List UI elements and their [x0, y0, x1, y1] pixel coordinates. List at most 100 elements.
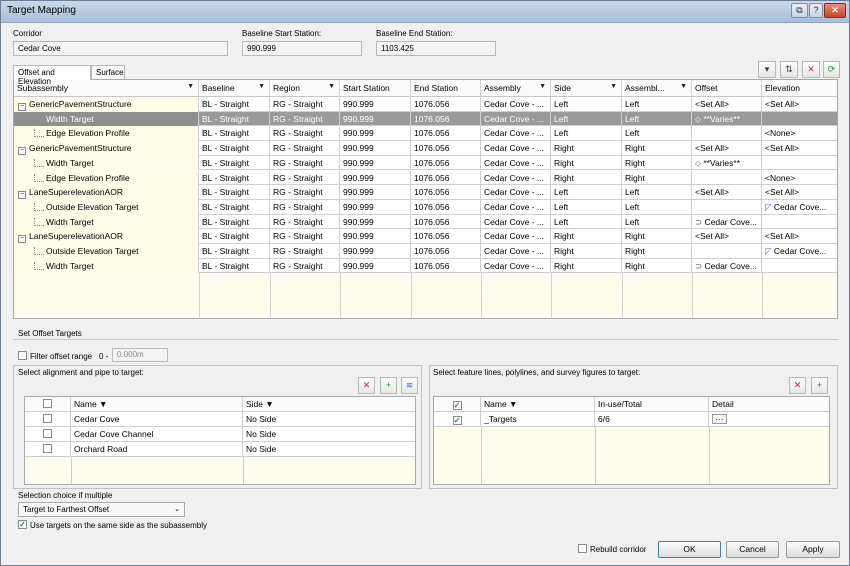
offset-cell[interactable]: <Set All> — [692, 141, 762, 156]
subassembly-cell[interactable]: − GenericPavementStructure — [14, 141, 199, 156]
collapse-icon[interactable]: − — [18, 103, 26, 111]
header-name[interactable]: Name ▼ — [481, 397, 595, 412]
restore-button[interactable]: ⧉ — [791, 3, 808, 18]
grid-row[interactable]: − LaneSuperelevationAOR BL - Straight RG - … — [14, 229, 837, 244]
offset-cell[interactable]: ⊃ Cedar Cove... — [692, 214, 762, 230]
layer-icon[interactable]: ≋ — [401, 377, 418, 394]
header-baseline[interactable]: Baseline ▼ — [199, 80, 270, 97]
subassembly-cell[interactable]: Width Target — [14, 214, 199, 230]
elev-cell[interactable] — [762, 258, 837, 274]
clear-filter-icon[interactable]: ✕ — [358, 377, 375, 394]
subassembly-cell[interactable]: Width Target — [14, 155, 199, 171]
alignment-side[interactable]: No Side — [243, 412, 415, 427]
filter-dropdown-icon[interactable]: ▾ — [758, 61, 776, 78]
elev-cell[interactable]: <Set All> — [762, 229, 837, 244]
offset-cell[interactable]: ⬦ **Varies** — [692, 111, 762, 127]
add-target-icon[interactable]: + — [380, 377, 397, 394]
header-check[interactable] — [434, 397, 481, 412]
grid-row[interactable]: Outside Elevation Target BL - Straight RG … — [14, 199, 837, 215]
header-detail[interactable]: Detail — [709, 397, 829, 412]
cancel-button[interactable]: Cancel — [726, 541, 779, 558]
grid-row[interactable]: Width Target BL - Straight RG - Straight 99… — [14, 258, 837, 274]
range-to-field[interactable]: 0.000m — [112, 348, 168, 362]
row-checkbox-cell[interactable] — [25, 412, 71, 427]
subassembly-cell[interactable]: Outside Elevation Target — [14, 199, 199, 215]
offset-cell[interactable]: ⊃ Cedar Cove... — [692, 258, 762, 274]
row-checkbox[interactable] — [43, 414, 52, 423]
offset-cell[interactable] — [692, 126, 762, 142]
subassembly-cell[interactable]: Width Target — [14, 258, 199, 274]
offset-cell[interactable] — [692, 199, 762, 215]
elev-cell[interactable]: <Set All> — [762, 185, 837, 200]
offset-cell[interactable]: <Set All> — [692, 229, 762, 244]
selection-combo[interactable]: Target to Farthest Offset ⌄ — [18, 502, 185, 517]
header-side[interactable]: Side ▼ — [551, 80, 622, 97]
header-side[interactable]: Side ▼ — [243, 397, 415, 412]
subassembly-cell[interactable]: Width Target — [14, 111, 199, 127]
grid-row[interactable]: Width Target BL - Straight RG - Straight 99… — [14, 111, 837, 127]
header-start-station[interactable]: Start Station — [340, 80, 411, 97]
header-offset[interactable]: Offset — [692, 80, 762, 97]
offset-cell[interactable] — [692, 244, 762, 259]
collapse-icon[interactable]: − — [18, 191, 26, 200]
subassembly-cell[interactable]: − LaneSuperelevationAOR — [14, 229, 199, 244]
ok-button[interactable]: OK — [658, 541, 721, 558]
detail-button[interactable]: ··· — [712, 414, 727, 424]
elev-cell[interactable] — [762, 214, 837, 230]
elev-cell[interactable]: <Set All> — [762, 97, 837, 112]
offset-cell[interactable]: <Set All> — [692, 185, 762, 200]
help-button[interactable]: ? — [809, 3, 823, 18]
grid-row[interactable]: − LaneSuperelevationAOR BL - Straight RG - … — [14, 185, 837, 200]
elev-cell[interactable] — [762, 155, 837, 171]
offset-cell[interactable]: ⬦ **Varies** — [692, 155, 762, 171]
same-side-checkbox[interactable] — [18, 520, 27, 529]
row-checkbox[interactable] — [43, 444, 52, 453]
filter-offset-checkbox[interactable] — [18, 351, 27, 360]
elev-cell[interactable]: ◸ Cedar Cove... — [762, 199, 837, 215]
header-assembly-side[interactable]: Assembl... ▼ — [622, 80, 692, 97]
refresh-icon[interactable]: ⟳ — [823, 61, 840, 78]
header-region[interactable]: Region ▼ — [270, 80, 340, 97]
grid-row[interactable]: Width Target BL - Straight RG - Straight 99… — [14, 155, 837, 171]
grid-row[interactable]: Outside Elevation Target BL - Straight RG … — [14, 244, 837, 259]
row-checkbox[interactable] — [43, 429, 52, 438]
close-button[interactable]: ✕ — [824, 3, 846, 18]
subassembly-cell[interactable]: − LaneSuperelevationAOR — [14, 185, 199, 200]
offset-cell[interactable] — [692, 170, 762, 186]
apply-button[interactable]: Apply — [786, 541, 840, 558]
grid-row[interactable]: Edge Elevation Profile BL - Straight RG - … — [14, 126, 837, 142]
subassembly-cell[interactable]: Edge Elevation Profile — [14, 170, 199, 186]
subassembly-cell[interactable]: Outside Elevation Target — [14, 244, 199, 259]
elev-cell[interactable] — [762, 111, 837, 127]
grid-row[interactable]: Edge Elevation Profile BL - Straight RG - … — [14, 170, 837, 186]
grid-row[interactable]: Width Target BL - Straight RG - Straight 99… — [14, 214, 837, 230]
add-target-icon[interactable]: + — [811, 377, 828, 394]
rebuild-checkbox[interactable] — [578, 544, 587, 553]
row-checkbox-cell[interactable] — [434, 412, 481, 427]
tab-offset-elevation[interactable]: Offset and Elevation — [13, 65, 91, 86]
elev-cell[interactable]: <Set All> — [762, 141, 837, 156]
header-name[interactable]: Name ▼ — [71, 397, 243, 412]
grid-row[interactable]: − GenericPavementStructure BL - Straight RG… — [14, 141, 837, 156]
alignment-side[interactable]: No Side — [243, 427, 415, 442]
header-end-station[interactable]: End Station — [411, 80, 481, 97]
header-check[interactable] — [25, 397, 71, 412]
elev-cell[interactable]: <None> — [762, 126, 837, 142]
subassembly-cell[interactable]: Edge Elevation Profile — [14, 126, 199, 142]
collapse-icon[interactable]: − — [18, 235, 26, 244]
elev-cell[interactable]: <None> — [762, 170, 837, 186]
row-checkbox[interactable] — [452, 416, 462, 425]
header-assembly[interactable]: Assembly ▼ — [481, 80, 551, 97]
subassembly-cell[interactable]: − GenericPavementStructure — [14, 97, 199, 112]
elev-cell[interactable]: ◸ Cedar Cove... — [762, 244, 837, 259]
grid-row[interactable]: − GenericPavementStructure BL - Straight RG… — [14, 97, 837, 112]
tab-surface[interactable]: Surface — [91, 65, 125, 79]
alignment-side[interactable]: No Side — [243, 442, 415, 457]
clear-filter-icon[interactable]: ✕ — [802, 61, 820, 78]
header-elevation[interactable]: Elevation — [762, 80, 837, 97]
sort-icon[interactable]: ⇅ — [780, 61, 798, 78]
offset-cell[interactable]: <Set All> — [692, 97, 762, 112]
row-checkbox-cell[interactable] — [25, 427, 71, 442]
row-checkbox-cell[interactable] — [25, 442, 71, 457]
collapse-icon[interactable]: − — [18, 147, 26, 156]
